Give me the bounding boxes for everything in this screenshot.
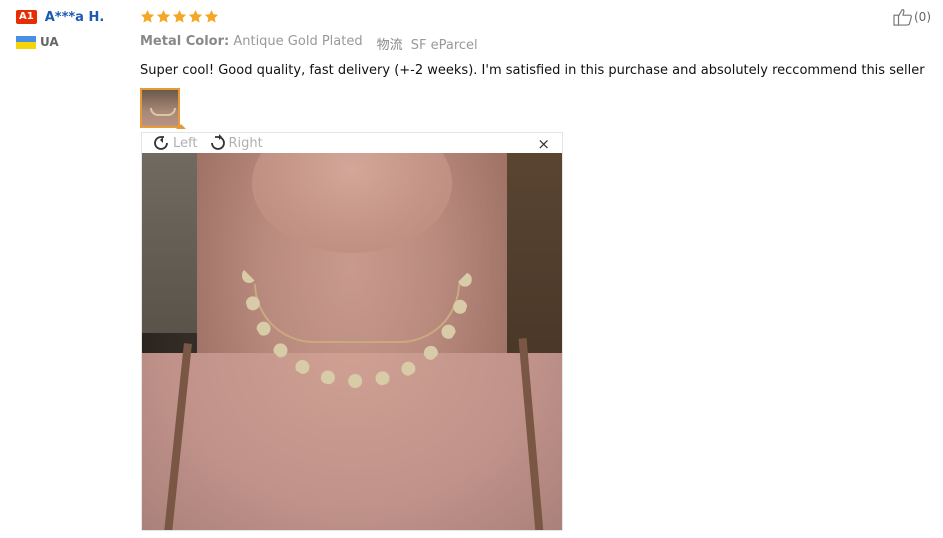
rotate-right-icon [211,134,226,150]
review-photo [142,153,562,530]
thumbs-up-icon [893,8,912,26]
star-rating [140,6,900,26]
star-icon [172,9,187,24]
star-icon [204,9,219,24]
rotate-right-label: Right [228,135,263,151]
attribute-key: Metal Color: [140,34,230,49]
review-body: Metal Color: Antique Gold Plated 物流 SF e… [140,6,925,129]
helpful-count: (0) [914,10,931,24]
attribute-metal-color: Metal Color: Antique Gold Plated [140,34,363,53]
reviewer-country-row: UA [16,35,136,49]
photo-viewer: Left Right × [141,132,563,531]
rotate-left-label: Left [173,135,198,151]
review-text: Super cool! Good quality, fast delivery … [140,63,925,78]
rotate-left-icon [154,136,168,150]
attribute-shipping: 物流 SF eParcel [377,34,478,53]
attribute-value: Antique Gold Plated [233,34,363,49]
reviewer-country: UA [40,35,59,49]
review-photo-thumbnail[interactable] [140,88,180,128]
close-viewer-button[interactable]: × [537,137,550,152]
star-icon [188,9,203,24]
attribute-value: SF eParcel [410,38,478,53]
reviewer-info: A1 A***a H. UA [16,8,136,49]
helpful-button[interactable]: (0) [893,8,931,26]
star-icon [156,9,171,24]
rotate-right-button[interactable]: Right [207,133,263,153]
reviewer-name-row: A1 A***a H. [16,8,136,26]
ukraine-flag-icon [16,35,36,49]
shipping-label: 物流 [376,38,403,53]
star-icon [140,9,155,24]
viewer-toolbar: Left Right × [142,133,562,153]
buyer-level-badge: A1 [16,10,37,24]
reviewer-name: A***a H. [44,9,105,25]
rotate-left-button[interactable]: Left [152,133,197,153]
purchase-attributes: Metal Color: Antique Gold Plated 物流 SF e… [140,34,900,53]
thumbnail-pointer [176,124,186,129]
